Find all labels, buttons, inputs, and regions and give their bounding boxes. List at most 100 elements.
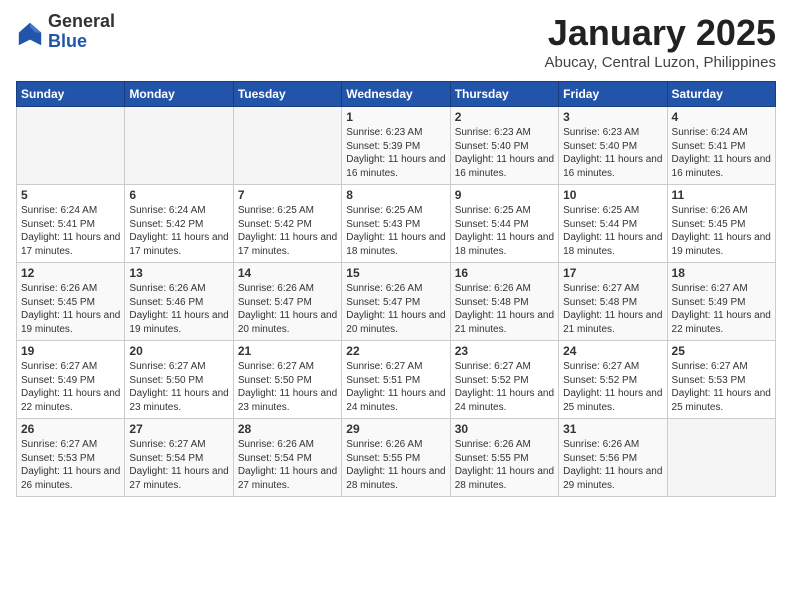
calendar-cell: 18 Sunrise: 6:27 AM Sunset: 5:49 PM Dayl… (667, 263, 775, 341)
sunrise-label: Sunrise: 6:23 AM (455, 127, 531, 138)
cell-content: Sunrise: 6:23 AM Sunset: 5:40 PM Dayligh… (563, 126, 662, 180)
sunrise-label: Sunrise: 6:25 AM (455, 205, 531, 216)
daylight-label: Daylight: 11 hours and 17 minutes. (21, 232, 120, 257)
sunrise-label: Sunrise: 6:26 AM (346, 439, 422, 450)
calendar-cell: 1 Sunrise: 6:23 AM Sunset: 5:39 PM Dayli… (342, 107, 450, 185)
day-number: 16 (455, 266, 554, 280)
day-number: 14 (238, 266, 337, 280)
weekday-header-thursday: Thursday (450, 82, 558, 107)
day-number: 7 (238, 188, 337, 202)
week-row-2: 5 Sunrise: 6:24 AM Sunset: 5:41 PM Dayli… (17, 185, 776, 263)
day-number: 15 (346, 266, 445, 280)
day-number: 31 (563, 422, 662, 436)
cell-content: Sunrise: 6:27 AM Sunset: 5:52 PM Dayligh… (563, 360, 662, 414)
calendar-cell: 12 Sunrise: 6:26 AM Sunset: 5:45 PM Dayl… (17, 263, 125, 341)
day-number: 20 (129, 344, 228, 358)
day-number: 11 (672, 188, 771, 202)
calendar-cell: 8 Sunrise: 6:25 AM Sunset: 5:43 PM Dayli… (342, 185, 450, 263)
sunset-label: Sunset: 5:48 PM (455, 297, 529, 308)
sunrise-label: Sunrise: 6:23 AM (563, 127, 639, 138)
sunset-label: Sunset: 5:46 PM (129, 297, 203, 308)
calendar-cell: 24 Sunrise: 6:27 AM Sunset: 5:52 PM Dayl… (559, 341, 667, 419)
day-number: 29 (346, 422, 445, 436)
weekday-header-saturday: Saturday (667, 82, 775, 107)
calendar-cell: 19 Sunrise: 6:27 AM Sunset: 5:49 PM Dayl… (17, 341, 125, 419)
sunrise-label: Sunrise: 6:27 AM (455, 361, 531, 372)
cell-content: Sunrise: 6:27 AM Sunset: 5:53 PM Dayligh… (672, 360, 771, 414)
cell-content: Sunrise: 6:26 AM Sunset: 5:48 PM Dayligh… (455, 282, 554, 336)
calendar-cell: 29 Sunrise: 6:26 AM Sunset: 5:55 PM Dayl… (342, 419, 450, 497)
calendar-cell: 26 Sunrise: 6:27 AM Sunset: 5:53 PM Dayl… (17, 419, 125, 497)
sunset-label: Sunset: 5:40 PM (455, 141, 529, 152)
sunset-label: Sunset: 5:55 PM (346, 453, 420, 464)
cell-content: Sunrise: 6:25 AM Sunset: 5:44 PM Dayligh… (455, 204, 554, 258)
sunset-label: Sunset: 5:54 PM (129, 453, 203, 464)
daylight-label: Daylight: 11 hours and 17 minutes. (129, 232, 228, 257)
title-location: Abucay, Central Luzon, Philippines (544, 54, 776, 71)
sunset-label: Sunset: 5:49 PM (672, 297, 746, 308)
sunrise-label: Sunrise: 6:23 AM (346, 127, 422, 138)
sunrise-label: Sunrise: 6:26 AM (238, 439, 314, 450)
sunrise-label: Sunrise: 6:26 AM (21, 283, 97, 294)
calendar-cell: 3 Sunrise: 6:23 AM Sunset: 5:40 PM Dayli… (559, 107, 667, 185)
sunrise-label: Sunrise: 6:27 AM (672, 361, 748, 372)
cell-content: Sunrise: 6:23 AM Sunset: 5:40 PM Dayligh… (455, 126, 554, 180)
daylight-label: Daylight: 11 hours and 21 minutes. (563, 310, 662, 335)
daylight-label: Daylight: 11 hours and 17 minutes. (238, 232, 337, 257)
daylight-label: Daylight: 11 hours and 25 minutes. (563, 388, 662, 413)
daylight-label: Daylight: 11 hours and 28 minutes. (455, 466, 554, 491)
weekday-header-sunday: Sunday (17, 82, 125, 107)
daylight-label: Daylight: 11 hours and 24 minutes. (455, 388, 554, 413)
cell-content: Sunrise: 6:27 AM Sunset: 5:50 PM Dayligh… (238, 360, 337, 414)
daylight-label: Daylight: 11 hours and 19 minutes. (672, 232, 771, 257)
sunset-label: Sunset: 5:41 PM (21, 219, 95, 230)
calendar-cell: 2 Sunrise: 6:23 AM Sunset: 5:40 PM Dayli… (450, 107, 558, 185)
day-number: 9 (455, 188, 554, 202)
day-number: 19 (21, 344, 120, 358)
day-number: 22 (346, 344, 445, 358)
daylight-label: Daylight: 11 hours and 23 minutes. (129, 388, 228, 413)
cell-content: Sunrise: 6:26 AM Sunset: 5:55 PM Dayligh… (455, 438, 554, 492)
cell-content: Sunrise: 6:26 AM Sunset: 5:55 PM Dayligh… (346, 438, 445, 492)
cell-content: Sunrise: 6:27 AM Sunset: 5:54 PM Dayligh… (129, 438, 228, 492)
sunrise-label: Sunrise: 6:26 AM (455, 439, 531, 450)
logo-general: General (48, 12, 115, 32)
sunrise-label: Sunrise: 6:27 AM (238, 361, 314, 372)
weekday-header-row: SundayMondayTuesdayWednesdayThursdayFrid… (17, 82, 776, 107)
calendar-cell: 5 Sunrise: 6:24 AM Sunset: 5:41 PM Dayli… (17, 185, 125, 263)
sunrise-label: Sunrise: 6:27 AM (563, 283, 639, 294)
sunset-label: Sunset: 5:40 PM (563, 141, 637, 152)
cell-content: Sunrise: 6:27 AM Sunset: 5:48 PM Dayligh… (563, 282, 662, 336)
day-number: 30 (455, 422, 554, 436)
cell-content: Sunrise: 6:26 AM Sunset: 5:45 PM Dayligh… (21, 282, 120, 336)
sunrise-label: Sunrise: 6:26 AM (563, 439, 639, 450)
day-number: 17 (563, 266, 662, 280)
sunrise-label: Sunrise: 6:27 AM (21, 439, 97, 450)
sunset-label: Sunset: 5:53 PM (21, 453, 95, 464)
sunrise-label: Sunrise: 6:27 AM (129, 361, 205, 372)
header: General Blue January 2025 Abucay, Centra… (16, 12, 776, 71)
day-number: 4 (672, 110, 771, 124)
daylight-label: Daylight: 11 hours and 23 minutes. (238, 388, 337, 413)
day-number: 8 (346, 188, 445, 202)
day-number: 5 (21, 188, 120, 202)
calendar-cell: 6 Sunrise: 6:24 AM Sunset: 5:42 PM Dayli… (125, 185, 233, 263)
cell-content: Sunrise: 6:24 AM Sunset: 5:41 PM Dayligh… (21, 204, 120, 258)
sunrise-label: Sunrise: 6:26 AM (346, 283, 422, 294)
daylight-label: Daylight: 11 hours and 18 minutes. (563, 232, 662, 257)
calendar-cell: 27 Sunrise: 6:27 AM Sunset: 5:54 PM Dayl… (125, 419, 233, 497)
cell-content: Sunrise: 6:25 AM Sunset: 5:42 PM Dayligh… (238, 204, 337, 258)
daylight-label: Daylight: 11 hours and 29 minutes. (563, 466, 662, 491)
sunrise-label: Sunrise: 6:25 AM (563, 205, 639, 216)
calendar-cell: 17 Sunrise: 6:27 AM Sunset: 5:48 PM Dayl… (559, 263, 667, 341)
daylight-label: Daylight: 11 hours and 24 minutes. (346, 388, 445, 413)
day-number: 3 (563, 110, 662, 124)
calendar-cell: 21 Sunrise: 6:27 AM Sunset: 5:50 PM Dayl… (233, 341, 341, 419)
calendar-cell: 7 Sunrise: 6:25 AM Sunset: 5:42 PM Dayli… (233, 185, 341, 263)
calendar-cell: 25 Sunrise: 6:27 AM Sunset: 5:53 PM Dayl… (667, 341, 775, 419)
calendar-cell (667, 419, 775, 497)
cell-content: Sunrise: 6:26 AM Sunset: 5:54 PM Dayligh… (238, 438, 337, 492)
cell-content: Sunrise: 6:26 AM Sunset: 5:46 PM Dayligh… (129, 282, 228, 336)
cell-content: Sunrise: 6:26 AM Sunset: 5:56 PM Dayligh… (563, 438, 662, 492)
sunrise-label: Sunrise: 6:26 AM (672, 205, 748, 216)
